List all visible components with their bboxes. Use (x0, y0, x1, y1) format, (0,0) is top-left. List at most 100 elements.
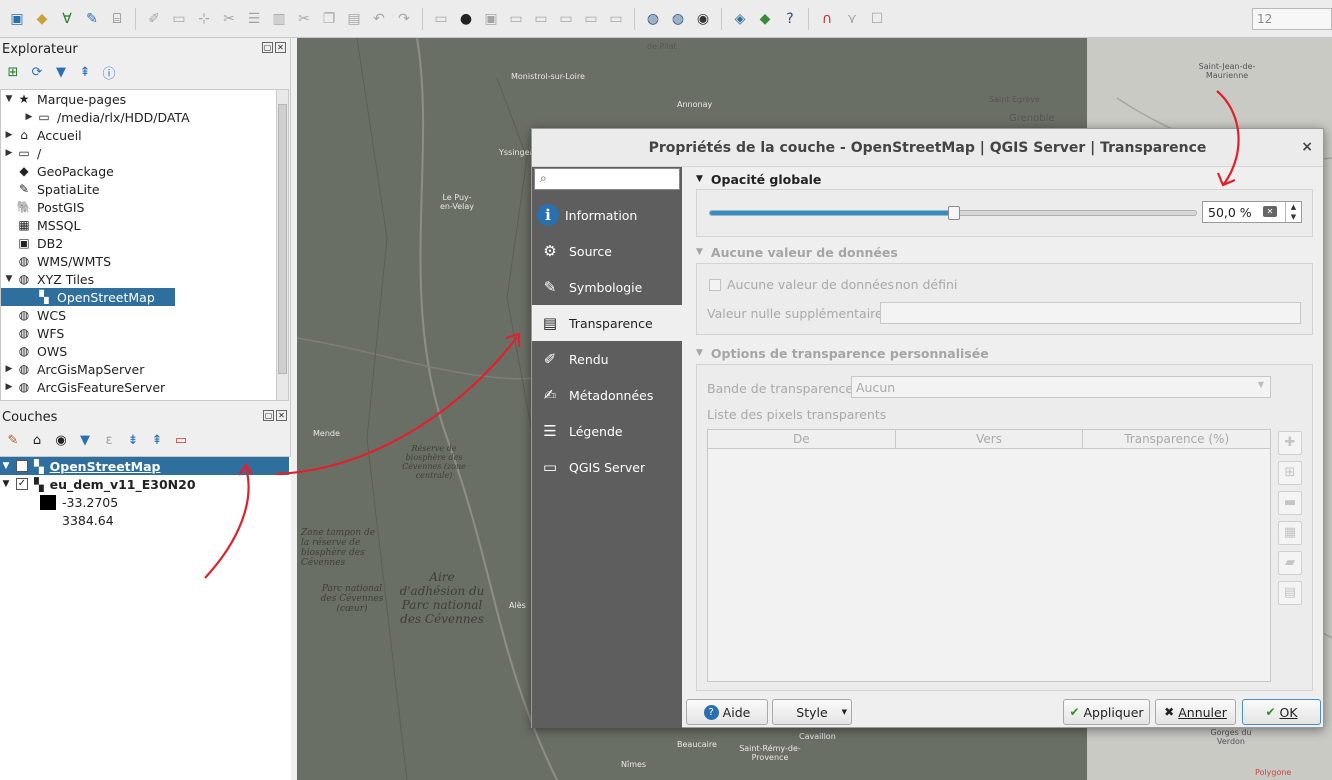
remove-layer-icon[interactable]: ▭ (172, 431, 190, 449)
label-change-icon[interactable]: ▭ (555, 8, 577, 30)
toggle-edit-icon[interactable]: ✐ (143, 8, 165, 30)
clear-icon[interactable]: ✕ (1263, 206, 1277, 217)
ok-button[interactable]: ✔ OK (1242, 699, 1321, 725)
add-from-display-icon[interactable]: ⊞ (1278, 461, 1302, 485)
browser-item[interactable]: ✎ SpatiaLite (1, 180, 288, 198)
label-properties-icon[interactable]: ▭ (605, 8, 627, 30)
filter-expr-icon[interactable]: ε (100, 431, 118, 449)
browser-item[interactable]: ▶ ▭ /media/rlx/HDD/DATA (1, 108, 288, 126)
magnet-icon[interactable]: ∩ (816, 8, 838, 30)
expand-arrow-icon[interactable]: ▼ (3, 274, 15, 284)
label-move-icon[interactable]: ▭ (505, 8, 527, 30)
delete-icon[interactable]: ▥ (268, 8, 290, 30)
nav-item-qgis-server[interactable]: ▭ QGIS Server (532, 449, 682, 485)
close-icon[interactable]: × (1301, 139, 1313, 155)
label-pin-icon[interactable]: ● (455, 8, 477, 30)
nodata-section-header[interactable]: ▼ Aucune valeur de données (696, 243, 898, 261)
digitize-icon[interactable]: ∀ (56, 8, 78, 30)
apply-button[interactable]: ✔ Appliquer (1063, 699, 1150, 725)
browser-item[interactable]: ▚ OpenStreetMap (1, 288, 175, 306)
filter-icon[interactable]: ▼ (76, 431, 94, 449)
mustache-icon[interactable]: ◉ (692, 8, 714, 30)
nav-item-légende[interactable]: ☰ Légende (532, 413, 682, 449)
refresh-icon[interactable]: ⟳ (28, 63, 46, 81)
spin-arrows-icon[interactable]: ▲ ▼ (1285, 202, 1301, 222)
plugin-icon[interactable]: ◆ (754, 8, 776, 30)
nav-item-transparence[interactable]: ▤ Transparence (532, 305, 682, 341)
help-icon[interactable]: ? (779, 8, 801, 30)
browser-item[interactable]: ◍ WMS/WMTS (1, 252, 288, 270)
browser-item[interactable]: ▼ ◍ XYZ Tiles (1, 270, 288, 288)
opacity-section-header[interactable]: ▼ Opacité globale (696, 170, 821, 188)
close-icon[interactable]: ✕ (276, 410, 287, 421)
float-icon[interactable]: ▢ (262, 42, 273, 53)
expand-arrow-icon[interactable]: ▶ (3, 148, 15, 158)
browser-item[interactable]: ▶ ◍ ArcGisMapServer (1, 360, 288, 378)
browser-item[interactable]: ▼ ★ Marque-pages (1, 90, 288, 108)
vertex-tool-icon[interactable]: ✂ (218, 8, 240, 30)
collapse-icon[interactable]: ⇞ (76, 63, 94, 81)
nav-item-rendu[interactable]: ✐ Rendu (532, 341, 682, 377)
gps-icon[interactable]: ⌸ (106, 8, 128, 30)
expand-icon[interactable]: ⇟ (124, 431, 142, 449)
opacity-slider[interactable] (709, 206, 1197, 220)
import-file-icon[interactable]: ▰ (1278, 551, 1302, 575)
search-input[interactable]: ⌕ (534, 168, 680, 190)
browser-item[interactable]: ◍ WFS (1, 324, 288, 342)
cut-icon[interactable]: ✂ (293, 8, 315, 30)
filter-icon[interactable]: ▼ (52, 63, 70, 81)
nodata-checkbox[interactable] (709, 279, 721, 291)
add-group-icon[interactable]: ⌂ (28, 431, 46, 449)
expand-arrow-icon[interactable]: ▶ (3, 130, 15, 140)
collapse-icon[interactable]: ⇞ (148, 431, 166, 449)
opacity-spinbox[interactable]: 50,0 % ✕ ▲ ▼ (1202, 201, 1302, 223)
nav-item-source[interactable]: ⚙ Source (532, 233, 682, 269)
browser-item[interactable]: 🐘 PostGIS (1, 198, 288, 216)
attribute-icon[interactable]: ☰ (243, 8, 265, 30)
new-project-icon[interactable]: ▣ (6, 8, 28, 30)
undo-icon[interactable]: ↶ (368, 8, 390, 30)
float-icon[interactable]: ▢ (263, 410, 274, 421)
browser-item[interactable]: ▣ DB2 (1, 234, 288, 252)
default-values-icon[interactable]: ▦ (1278, 521, 1302, 545)
column-header-from[interactable]: De (708, 430, 896, 448)
open-project-icon[interactable]: ◆ (31, 8, 53, 30)
info-icon[interactable]: ⓘ (100, 63, 118, 82)
browser-item[interactable]: ▶ ◍ ArcGisFeatureServer (1, 378, 288, 396)
edit-pencil-icon[interactable]: ✎ (81, 8, 103, 30)
redo-icon[interactable]: ↷ (393, 8, 415, 30)
pixel-list-table[interactable]: De Vers Transparence (%) (707, 429, 1271, 682)
help-button[interactable]: ? Aide (686, 699, 768, 725)
layer-row-openstreetmap[interactable]: ▼ ✓ ▚ OpenStreetMap (0, 457, 289, 475)
close-icon[interactable]: ✕ (275, 42, 286, 53)
label-rotate-icon[interactable]: ▭ (530, 8, 552, 30)
transparency-band-select[interactable]: Aucun ▼ (851, 376, 1271, 398)
nav-item-symbologie[interactable]: ✎ Symbologie (532, 269, 682, 305)
label-show-icon[interactable]: ▭ (580, 8, 602, 30)
opacity-slider-handle[interactable] (948, 206, 960, 220)
browser-scrollbar[interactable] (276, 90, 288, 400)
nav-item-information[interactable]: ℹ Information (532, 197, 682, 233)
globe-search-icon[interactable]: ◍ (667, 8, 689, 30)
dialog-titlebar[interactable]: Propriétés de la couche - OpenStreetMap … (532, 129, 1323, 167)
style-button[interactable]: Style ▼ (772, 699, 852, 725)
checkbox-icon[interactable]: ☐ (866, 8, 888, 30)
expand-arrow-icon[interactable]: ▶ (3, 364, 15, 374)
expand-arrow-icon[interactable]: ▶ (3, 382, 15, 392)
column-header-to[interactable]: Vers (896, 430, 1084, 448)
expand-arrow-icon[interactable]: ▶ (23, 112, 35, 122)
save-layer-icon[interactable]: ▭ (168, 8, 190, 30)
cancel-button[interactable]: ✖ Annuler (1155, 699, 1236, 725)
column-header-transparency[interactable]: Transparence (%) (1083, 430, 1270, 448)
layer-visibility-checkbox[interactable]: ✓ (16, 460, 28, 472)
add-feature-icon[interactable]: ⊹ (193, 8, 215, 30)
paste-icon[interactable]: ▤ (343, 8, 365, 30)
browser-item[interactable]: ▦ MSSQL (1, 216, 288, 234)
python-icon[interactable]: ◈ (729, 8, 751, 30)
export-file-icon[interactable]: ▤ (1278, 581, 1302, 605)
browser-item[interactable]: ▶ ▭ / (1, 144, 288, 162)
copy-icon[interactable]: ❐ (318, 8, 340, 30)
layer-row-dem[interactable]: ▼ ✓ ▚ eu_dem_v11_E30N20 (0, 475, 291, 493)
nav-item-métadonnées[interactable]: ✍ Métadonnées (532, 377, 682, 413)
browser-item[interactable]: ◍ WCS (1, 306, 288, 324)
